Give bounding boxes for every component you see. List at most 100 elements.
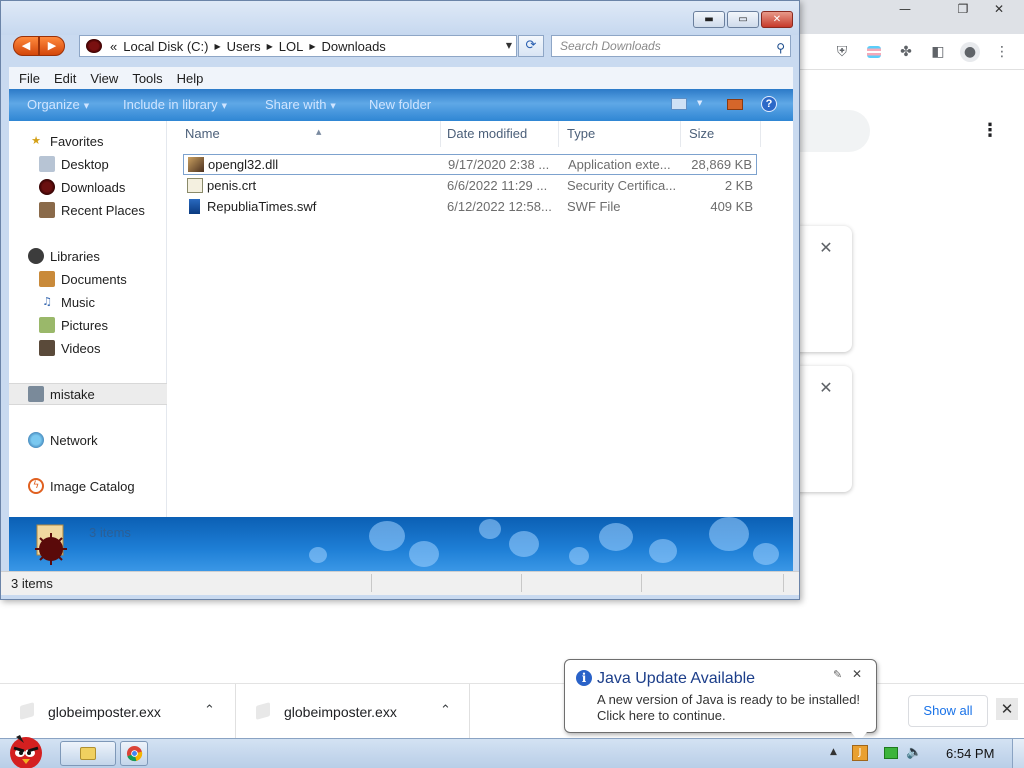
side-panel-icon[interactable]: ◧: [928, 42, 948, 62]
close-button[interactable]: ✕: [761, 11, 793, 28]
bubble-decoration: [369, 521, 405, 551]
close-icon[interactable]: ✕: [852, 667, 862, 681]
chevron-up-icon[interactable]: ⌃: [204, 703, 215, 718]
documents-icon: [39, 271, 55, 287]
java-tray-icon[interactable]: J: [852, 745, 868, 761]
desktop-icon: [39, 156, 55, 172]
details-pane: 3 items: [9, 517, 793, 571]
tray-expand-icon[interactable]: ▲: [830, 747, 837, 757]
file-row[interactable]: penis.crt 6/6/2022 11:29 ... Security Ce…: [183, 176, 757, 197]
flag-icon[interactable]: [864, 42, 884, 62]
new-folder-button[interactable]: New folder: [369, 97, 431, 112]
menu-edit[interactable]: Edit: [54, 71, 76, 86]
shield-icon[interactable]: ⛨: [832, 42, 852, 62]
download-item[interactable]: globeimposter.exx ⌃: [236, 684, 470, 739]
nav-item-label: Videos: [61, 340, 101, 356]
profile-icon[interactable]: ●: [960, 42, 980, 62]
explorer-titlebar[interactable]: ▬ ▭ ✕: [1, 1, 799, 35]
share-with-button[interactable]: Share with ▼: [265, 97, 336, 112]
network-tray-icon[interactable]: [884, 747, 898, 759]
nav-item-label: mistake: [50, 386, 95, 402]
search-input[interactable]: Search Downloads ⚲: [551, 35, 791, 57]
nav-item-music[interactable]: ♫ Music: [9, 291, 167, 313]
nav-item-label: Network: [50, 432, 98, 448]
search-icon[interactable]: ⚲: [776, 38, 785, 58]
nav-item-pictures[interactable]: Pictures: [9, 314, 167, 336]
nav-item-image-catalog[interactable]: ϟ Image Catalog: [9, 475, 167, 497]
file-list: Name ▲ Date modified Type Size opengl32.d…: [167, 121, 793, 517]
clock[interactable]: 6:54 PM: [946, 746, 994, 761]
chevron-down-icon[interactable]: ▼: [697, 99, 702, 107]
page-more-menu-icon[interactable]: ⋮: [980, 120, 1000, 142]
breadcrumb-downloads[interactable]: Downloads: [321, 39, 385, 54]
show-desktop-button[interactable]: [1012, 739, 1024, 768]
breadcrumb-separator-icon[interactable]: ▶: [267, 42, 273, 51]
help-icon[interactable]: ?: [761, 96, 777, 112]
nav-item-mistake[interactable]: mistake: [9, 383, 167, 405]
puzzle-icon[interactable]: ✤: [896, 42, 916, 62]
nav-item-recent-places[interactable]: Recent Places: [9, 199, 167, 221]
column-header-type[interactable]: Type: [559, 121, 681, 147]
nav-item-network[interactable]: Network: [9, 429, 167, 451]
nav-item-label: Documents: [61, 271, 127, 287]
card-close-icon[interactable]: ✕: [816, 378, 836, 398]
nav-item-documents[interactable]: Documents: [9, 268, 167, 290]
refresh-icon[interactable]: ⟳: [518, 35, 544, 57]
breadcrumb-local-disk[interactable]: Local Disk (C:): [123, 39, 208, 54]
image-catalog-icon: ϟ: [28, 478, 44, 494]
browser-restore-button[interactable]: ❐: [948, 0, 978, 18]
breadcrumb-lol[interactable]: LOL: [279, 39, 304, 54]
menu-file[interactable]: File: [19, 71, 40, 86]
column-header-date-modified[interactable]: Date modified: [439, 121, 559, 147]
chevron-up-icon[interactable]: ⌃: [440, 703, 451, 718]
file-row[interactable]: opengl32.dll 9/17/2020 2:38 ... Applicat…: [183, 154, 757, 175]
nav-item-downloads[interactable]: Downloads: [9, 176, 167, 198]
page-search-field[interactable]: [800, 110, 870, 152]
status-divider: [521, 574, 522, 592]
nav-item-desktop[interactable]: Desktop: [9, 153, 167, 175]
menu-icon[interactable]: ⋮: [992, 42, 1012, 62]
column-header-size[interactable]: Size: [681, 121, 761, 147]
explorer-window: ▬ ▭ ✕ ◀ ▶ « Local Disk (C:) ▶ Users ▶ LO…: [0, 0, 800, 600]
breadcrumb-separator-icon[interactable]: ▶: [214, 42, 220, 51]
bubble-decoration: [479, 519, 501, 539]
nav-item-favorites[interactable]: ★ Favorites: [9, 130, 167, 152]
breadcrumb-users[interactable]: Users: [227, 39, 261, 54]
pin-icon[interactable]: ✎: [833, 668, 842, 681]
videos-icon: [39, 340, 55, 356]
minimize-button[interactable]: ▬: [693, 11, 725, 28]
address-bar[interactable]: « Local Disk (C:) ▶ Users ▶ LOL ▶ Downlo…: [79, 35, 517, 57]
back-arrow-icon[interactable]: ◀: [13, 36, 39, 56]
maximize-button[interactable]: ▭: [727, 11, 759, 28]
start-button-angry-bird-icon[interactable]: [2, 733, 48, 768]
taskbar-explorer-button[interactable]: [60, 741, 116, 766]
browser-minimize-button[interactable]: —: [890, 0, 920, 18]
show-all-button[interactable]: Show all: [908, 695, 988, 727]
file-row[interactable]: RepubliaTimes.swf 6/12/2022 12:58... SWF…: [183, 197, 757, 218]
breadcrumb-separator-icon[interactable]: ▶: [309, 42, 315, 51]
forward-arrow-icon[interactable]: ▶: [39, 36, 65, 56]
nav-item-libraries[interactable]: Libraries: [9, 245, 167, 267]
menu-tools[interactable]: Tools: [132, 71, 162, 86]
download-item[interactable]: globeimposter.exx ⌃: [0, 684, 236, 739]
browser-close-button[interactable]: ✕: [984, 0, 1014, 18]
chevron-down-icon[interactable]: ▼: [506, 41, 512, 50]
taskbar-chrome-button[interactable]: [120, 741, 148, 766]
java-update-notification[interactable]: i Java Update Available A new version of…: [564, 659, 877, 742]
organize-button[interactable]: Organize ▼: [27, 97, 89, 112]
change-view-icon[interactable]: [671, 98, 687, 110]
card-close-icon[interactable]: ✕: [816, 238, 836, 258]
menu-view[interactable]: View: [90, 71, 118, 86]
notification-link[interactable]: Click here to continue.: [597, 708, 726, 723]
include-in-library-button[interactable]: Include in library ▼: [123, 97, 227, 112]
column-header-name[interactable]: Name ▲: [177, 121, 441, 147]
network-icon: [28, 432, 44, 448]
chrome-icon: [126, 745, 143, 762]
preview-pane-icon[interactable]: [727, 99, 743, 110]
volume-icon[interactable]: 🔈: [906, 745, 922, 760]
breadcrumb-overflow[interactable]: «: [110, 39, 117, 54]
menu-help[interactable]: Help: [177, 71, 204, 86]
taskbar: ▲ J 🔈 6:54 PM: [0, 735, 1024, 768]
nav-item-videos[interactable]: Videos: [9, 337, 167, 359]
close-icon[interactable]: ✕: [996, 698, 1018, 720]
